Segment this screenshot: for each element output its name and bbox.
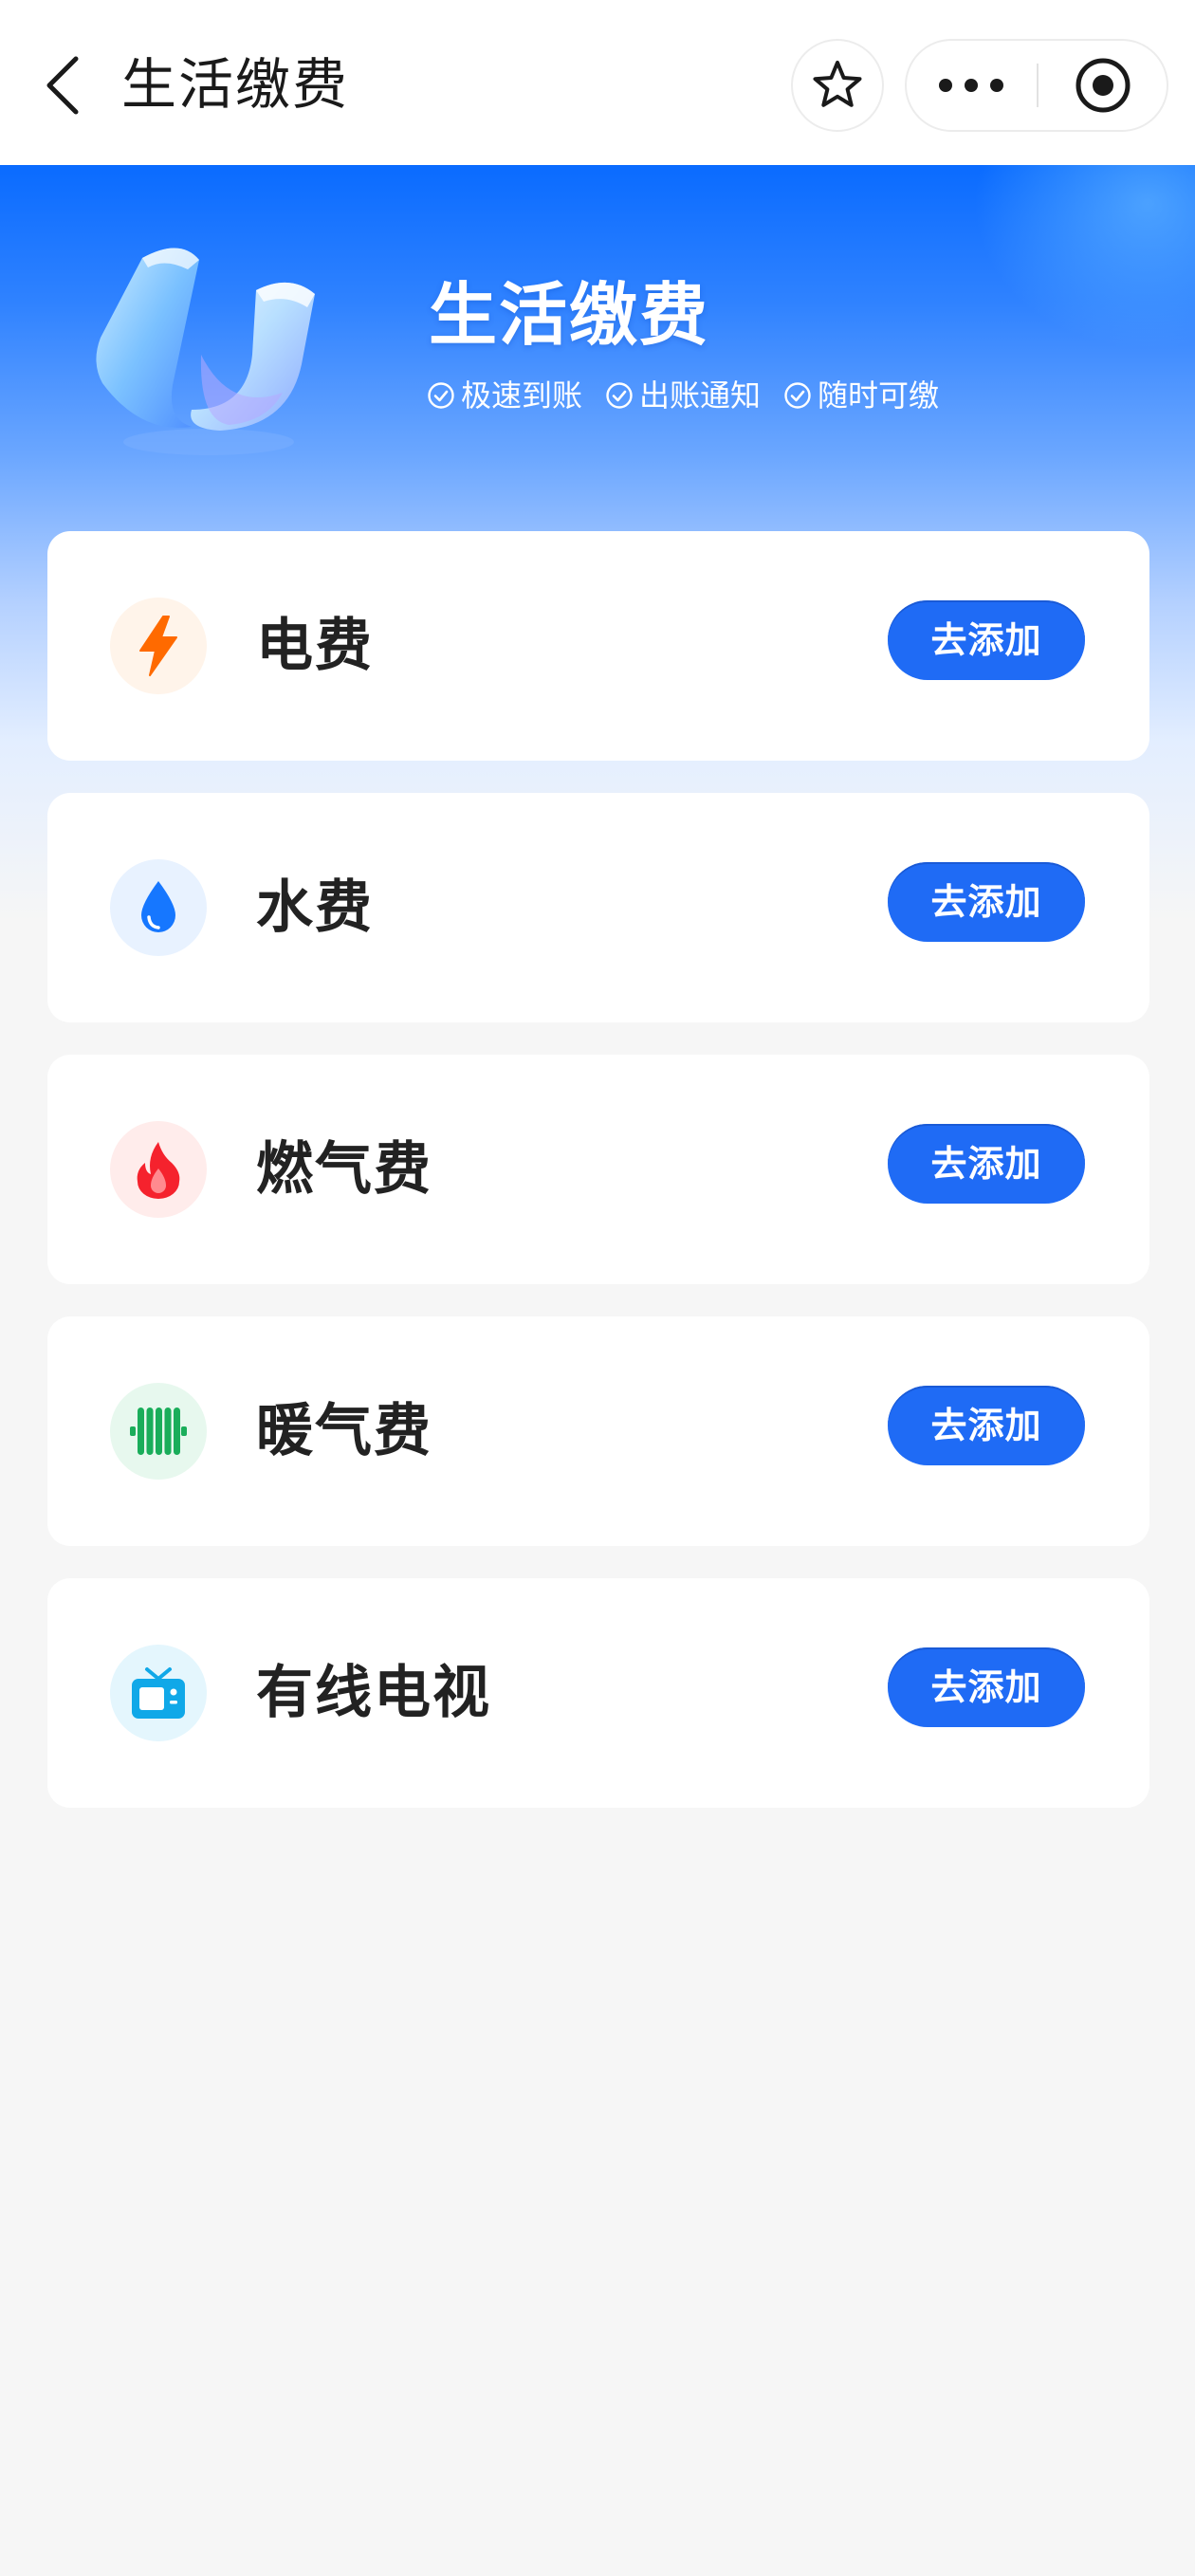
feature-label: 出账通知 (639, 377, 762, 414)
cable-tv-icon-badge (110, 1645, 207, 1741)
bill-card-water[interactable]: 水费 去添加 (47, 793, 1149, 1022)
back-button[interactable] (34, 49, 91, 121)
lightning-icon (139, 616, 177, 676)
more-dots-icon (939, 79, 1003, 92)
water-icon-badge (110, 859, 207, 956)
check-circle-icon (784, 382, 811, 409)
add-water-button[interactable]: 去添加 (888, 862, 1085, 942)
feature-item: 随时可缴 (783, 372, 939, 419)
add-heating-button[interactable]: 去添加 (888, 1386, 1085, 1465)
electricity-icon-badge (110, 598, 207, 694)
capsule-divider (1037, 64, 1039, 107)
hero-title: 生活缴费 (429, 275, 710, 355)
radiator-icon (130, 1408, 187, 1455)
bill-label: 电费 (256, 613, 374, 679)
more-options-button[interactable] (907, 41, 1036, 130)
television-icon (132, 1667, 185, 1719)
feature-item: 出账通知 (605, 372, 761, 419)
check-circle-icon (428, 382, 454, 409)
add-electricity-button[interactable]: 去添加 (888, 600, 1085, 680)
target-close-icon (1076, 58, 1131, 113)
bill-list: 电费 去添加 水费 去添加 燃气费 去添加 暖气费 去添加 有线电视 去添加 (47, 531, 1149, 1840)
star-icon (813, 61, 862, 107)
chevron-left-icon (46, 56, 79, 115)
feature-item: 极速到账 (427, 372, 582, 419)
bill-card-heating[interactable]: 暖气费 去添加 (47, 1316, 1149, 1546)
mini-program-capsule (905, 39, 1168, 132)
add-gas-button[interactable]: 去添加 (888, 1124, 1085, 1204)
bill-label: 燃气费 (256, 1136, 432, 1203)
bill-label: 有线电视 (256, 1660, 491, 1726)
close-mini-program-button[interactable] (1039, 41, 1167, 130)
bill-card-cable-tv[interactable]: 有线电视 去添加 (47, 1578, 1149, 1808)
heating-icon-badge (110, 1383, 207, 1480)
bill-card-electricity[interactable]: 电费 去添加 (47, 531, 1149, 761)
check-circle-icon (606, 382, 633, 409)
page-title: 生活缴费 (121, 52, 350, 117)
favorite-button[interactable] (791, 39, 884, 132)
water-drop-icon (141, 881, 175, 932)
feature-list: 极速到账 出账通知 随时可缴 (427, 372, 939, 419)
service-logo-icon (96, 248, 315, 455)
bill-label: 暖气费 (256, 1398, 432, 1464)
flame-icon (137, 1142, 180, 1199)
feature-label: 随时可缴 (818, 377, 940, 414)
feature-label: 极速到账 (461, 377, 583, 414)
bill-card-gas[interactable]: 燃气费 去添加 (47, 1055, 1149, 1284)
bill-label: 水费 (256, 874, 374, 941)
gas-icon-badge (110, 1121, 207, 1218)
navigation-bar: 生活缴费 (0, 0, 1195, 165)
add-cable-tv-button[interactable]: 去添加 (888, 1647, 1085, 1727)
